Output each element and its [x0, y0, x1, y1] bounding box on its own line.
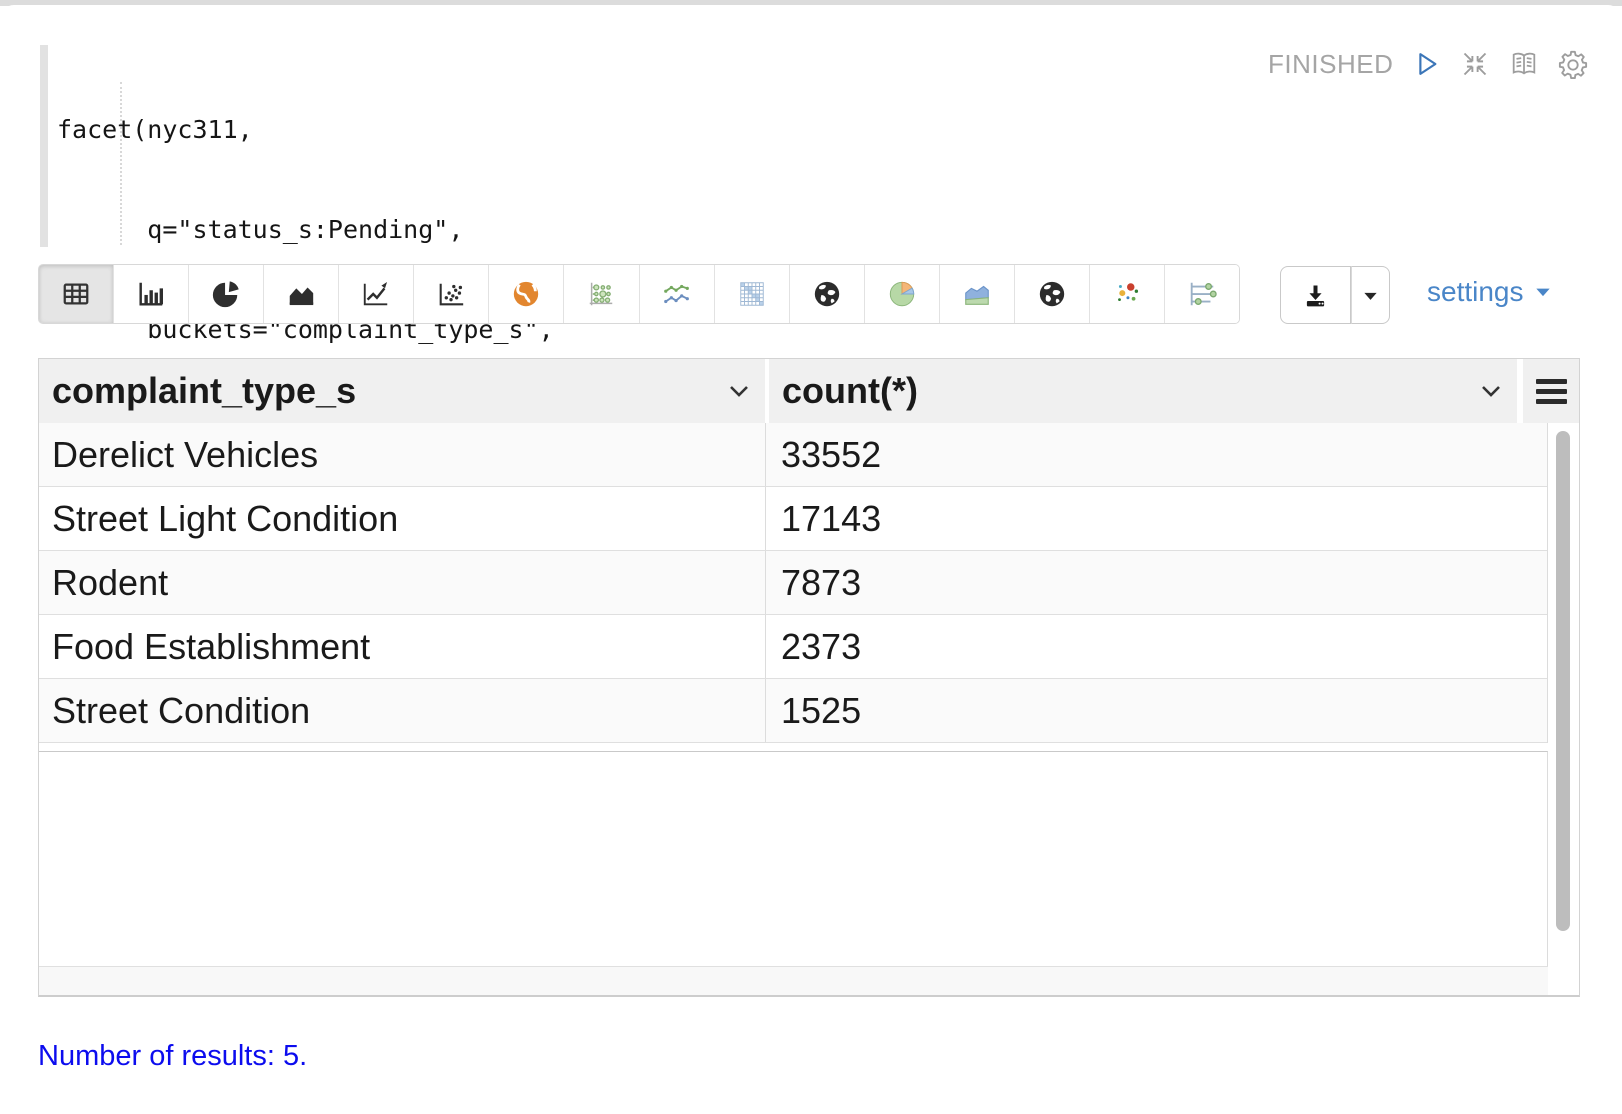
cell-complaint-type: Rodent [39, 551, 765, 614]
viz-pie-colored-button[interactable] [864, 265, 939, 323]
viz-parallel-coordinates-button[interactable] [1164, 265, 1239, 323]
table-menu-button[interactable] [1523, 359, 1579, 423]
heatmap-icon [737, 279, 767, 309]
scatter-chart-icon [436, 279, 466, 309]
viz-globe-dark-2-button[interactable] [1014, 265, 1089, 323]
settings-link[interactable]: settings [1427, 276, 1553, 308]
parallel-coordinates-icon [1187, 279, 1217, 309]
multi-line-icon [662, 279, 692, 309]
download-button-group [1280, 266, 1390, 324]
gear-icon [1558, 49, 1588, 79]
viz-area-chart-button[interactable] [263, 265, 338, 323]
column-header-count[interactable]: count(*) [769, 359, 1517, 423]
viz-globe-dark-1-button[interactable] [789, 265, 864, 323]
results-count-note: Number of results: 5. [38, 1040, 307, 1073]
vertical-scrollbar[interactable] [1556, 431, 1570, 931]
table-icon [61, 279, 91, 309]
hamburger-icon [1536, 379, 1567, 384]
table-row: Food Establishment 2373 [39, 615, 1547, 679]
table-header-row: complaint_type_s count(*) [39, 359, 1579, 423]
cell-complaint-type: Food Establishment [39, 615, 765, 678]
viz-pie-chart-button[interactable] [188, 265, 263, 323]
orange-globe-icon [511, 279, 541, 309]
download-button[interactable] [1280, 266, 1351, 324]
table-row: Rodent 7873 [39, 551, 1547, 615]
table-row: Derelict Vehicles 33552 [39, 423, 1547, 487]
viz-area-colored-button[interactable] [939, 265, 1014, 323]
viz-bar-chart-button[interactable] [113, 265, 188, 323]
colored-pie-icon [887, 279, 917, 309]
book-icon [1509, 49, 1539, 79]
paragraph-controls: FINISHED [1268, 46, 1589, 82]
line-chart-icon [361, 279, 391, 309]
viz-table-button[interactable] [39, 265, 113, 323]
table-row: Street Light Condition 17143 [39, 487, 1547, 551]
status-label: FINISHED [1268, 49, 1393, 80]
show-editor-button[interactable] [1508, 48, 1540, 80]
caret-down-icon [1533, 282, 1553, 302]
column-header-complaint-type[interactable]: complaint_type_s [39, 359, 765, 423]
settings-label: settings [1427, 276, 1524, 308]
table-body: Derelict Vehicles 33552 Street Light Con… [39, 423, 1548, 743]
area-chart-icon [286, 279, 316, 309]
viz-heatmap-button[interactable] [714, 265, 789, 323]
cell-complaint-type: Street Light Condition [39, 487, 765, 550]
code-line: facet(nyc311, [57, 113, 569, 146]
viz-scatter-chart-button[interactable] [413, 265, 488, 323]
viz-bubble-matrix-button[interactable] [563, 265, 638, 323]
cell-count: 7873 [765, 551, 1547, 614]
play-icon [1411, 49, 1441, 79]
chevron-down-icon[interactable] [1481, 385, 1501, 397]
dark-globe-icon [1037, 279, 1067, 309]
visualization-toolbar [38, 264, 1240, 324]
viz-scatter-colored-button[interactable] [1089, 265, 1164, 323]
cell-count: 17143 [765, 487, 1547, 550]
collapse-button[interactable] [1459, 48, 1491, 80]
dark-globe-icon [812, 279, 842, 309]
table-row: Street Condition 1525 [39, 679, 1547, 743]
bar-chart-icon [136, 279, 166, 309]
editor-gutter [40, 45, 48, 247]
colored-area-icon [962, 279, 992, 309]
viz-multi-line-button[interactable] [639, 265, 714, 323]
download-icon [1301, 281, 1330, 310]
table-footer-strip [39, 966, 1548, 995]
result-table-widget: complaint_type_s count(*) Derelict Vehic… [38, 358, 1580, 997]
column-header-label: count(*) [782, 370, 918, 412]
pie-chart-icon [211, 279, 241, 309]
bubble-matrix-icon [586, 279, 616, 309]
cell-count: 1525 [765, 679, 1547, 742]
run-button[interactable] [1410, 48, 1442, 80]
paragraph-settings-button[interactable] [1557, 48, 1589, 80]
cell-complaint-type: Street Condition [39, 679, 765, 742]
download-options-button[interactable] [1351, 266, 1390, 324]
colored-scatter-icon [1112, 279, 1142, 309]
empty-result-area [39, 751, 1548, 966]
code-editor[interactable]: facet(nyc311, q="status_s:Pending", buck… [38, 40, 1218, 252]
compress-icon [1461, 50, 1489, 78]
column-header-label: complaint_type_s [52, 370, 356, 412]
chevron-down-icon[interactable] [729, 385, 749, 397]
viz-map-button[interactable] [488, 265, 563, 323]
caret-down-icon [1360, 285, 1381, 306]
viz-line-chart-button[interactable] [338, 265, 413, 323]
code-line: q="status_s:Pending", [57, 213, 569, 246]
grid-gap [39, 743, 1548, 751]
cell-count: 33552 [765, 423, 1547, 486]
cell-count: 2373 [765, 615, 1547, 678]
cell-complaint-type: Derelict Vehicles [39, 423, 765, 486]
